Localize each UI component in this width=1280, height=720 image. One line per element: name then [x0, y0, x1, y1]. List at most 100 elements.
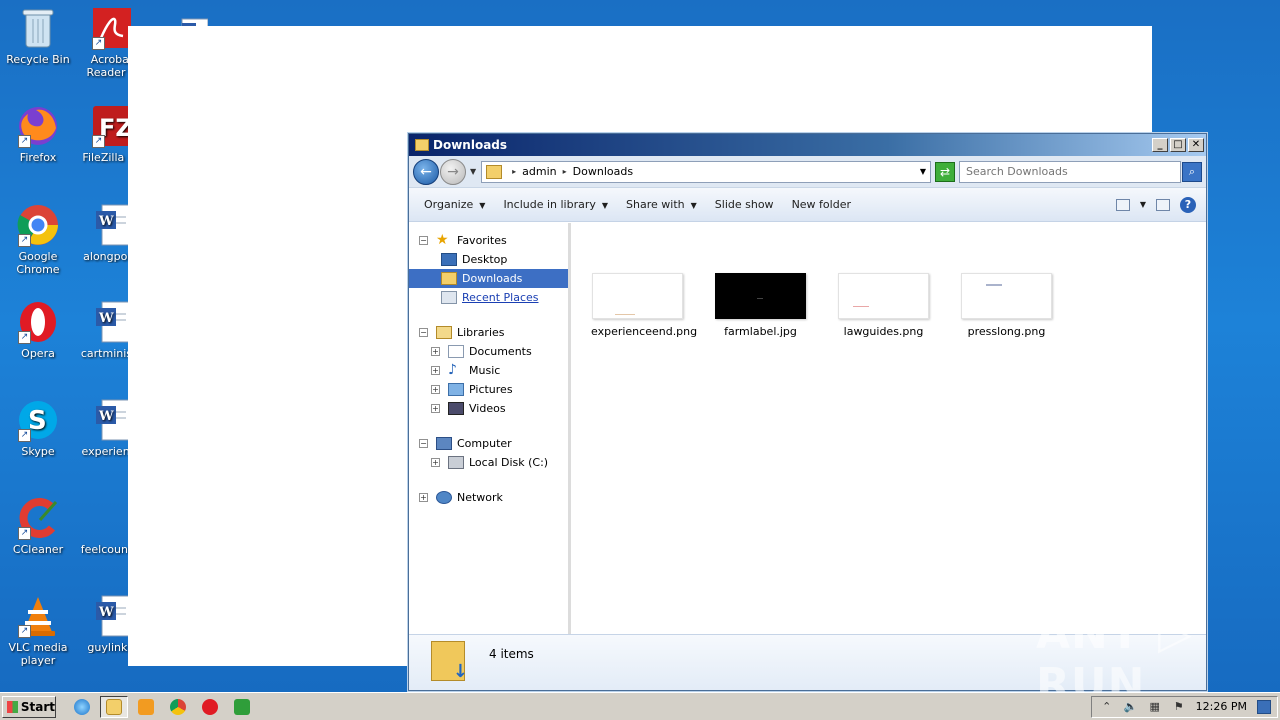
help-icon[interactable]: ?: [1180, 196, 1196, 213]
tree-item-pictures[interactable]: + Pictures: [409, 380, 568, 399]
preview-pane-icon[interactable]: [1156, 198, 1170, 211]
forward-arrow-icon: →: [447, 163, 459, 180]
back-button[interactable]: ←: [413, 158, 439, 185]
start-button[interactable]: Start: [2, 695, 56, 718]
share-with-menu[interactable]: Share with ▼: [619, 194, 704, 215]
taskbar-opera[interactable]: [196, 696, 224, 718]
refresh-button[interactable]: ⇄: [935, 161, 955, 182]
file-list[interactable]: experienceend.png farmlabel.jpg lawguide…: [571, 223, 1206, 634]
system-tray: ⌃ 🔈 ▦ ⚑ 12:26 PM: [1090, 695, 1278, 718]
tree-item-videos[interactable]: + Videos: [409, 399, 568, 418]
search-field[interactable]: [959, 160, 1181, 183]
tree-item-favorites[interactable]: − ★ Favorites: [409, 231, 568, 250]
chevron-right-icon[interactable]: ▸: [512, 167, 516, 176]
expand-icon[interactable]: +: [431, 458, 440, 467]
network-icon[interactable]: ▦: [1148, 700, 1162, 714]
volume-icon[interactable]: 🔈: [1124, 700, 1138, 714]
search-input[interactable]: [966, 165, 1180, 178]
item-count: 4 items: [489, 647, 534, 661]
computer-icon: [436, 437, 452, 450]
image-thumbnail: [838, 273, 929, 319]
collapse-icon[interactable]: −: [419, 439, 428, 448]
slide-show-button[interactable]: Slide show: [708, 194, 781, 215]
tree-item-downloads[interactable]: Downloads: [409, 269, 568, 288]
tree-item-desktop[interactable]: Desktop: [409, 250, 568, 269]
expand-icon[interactable]: +: [419, 493, 428, 502]
expand-icon[interactable]: +: [431, 366, 440, 375]
chevron-down-icon: ▼: [690, 201, 697, 210]
address-path[interactable]: ▸ admin ▸ Downloads ▼: [481, 160, 931, 183]
folder-icon: [106, 698, 122, 715]
firefox-icon: ↗: [16, 104, 60, 148]
tree-item-local-disk[interactable]: + Local Disk (C:): [409, 453, 568, 472]
videos-icon: [448, 402, 464, 415]
taskbar-app[interactable]: [228, 696, 256, 718]
show-desktop-icon[interactable]: [1257, 699, 1271, 714]
clock[interactable]: 12:26 PM: [1196, 700, 1247, 713]
hard-drive-icon: [448, 456, 464, 469]
desktop-icon-label: Firefox: [19, 151, 57, 164]
app-icon: [234, 698, 250, 715]
folder-icon: [415, 139, 429, 151]
file-item[interactable]: presslong.png: [960, 273, 1053, 338]
expand-icon[interactable]: +: [431, 404, 440, 413]
tree-item-libraries[interactable]: − Libraries: [409, 323, 568, 342]
chevron-down-icon: ▼: [479, 201, 486, 210]
organize-menu[interactable]: Organize ▼: [417, 194, 492, 215]
desktop-icon-firefox[interactable]: ↗ Firefox: [0, 104, 76, 164]
expand-icon[interactable]: +: [431, 385, 440, 394]
collapse-icon[interactable]: −: [419, 328, 428, 337]
tree-item-network[interactable]: + Network: [409, 488, 568, 507]
desktop-icon-opera[interactable]: ↗ Opera: [0, 300, 76, 360]
desktop-icon-ccleaner[interactable]: ↗ CCleaner: [0, 496, 76, 556]
windows-logo-icon: [7, 700, 18, 713]
skype-icon: S ↗: [16, 398, 60, 442]
close-button[interactable]: ✕: [1188, 138, 1204, 152]
refresh-icon: ⇄: [939, 164, 951, 179]
minimize-button[interactable]: _: [1152, 138, 1168, 152]
svg-text:W: W: [98, 409, 114, 424]
file-item[interactable]: lawguides.png: [837, 273, 930, 338]
opera-icon: ↗: [16, 300, 60, 344]
recent-pages-chevron-icon[interactable]: ▼: [470, 167, 476, 176]
downloads-folder-icon: [441, 272, 457, 285]
chevron-right-icon[interactable]: ▸: [563, 167, 567, 176]
media-player-icon: [138, 698, 154, 715]
file-item[interactable]: experienceend.png: [591, 273, 697, 338]
shortcut-arrow-icon: ↗: [92, 135, 105, 148]
breadcrumb-admin[interactable]: admin: [522, 165, 556, 178]
tree-item-documents[interactable]: + Documents: [409, 342, 568, 361]
include-in-library-menu[interactable]: Include in library ▼: [496, 194, 615, 215]
window-title: Downloads: [433, 138, 508, 152]
chevron-down-icon: ▼: [601, 201, 609, 210]
recent-places-icon: [441, 291, 457, 304]
desktop-icon-recycle-bin[interactable]: Recycle Bin: [0, 6, 76, 66]
navigation-pane[interactable]: − ★ Favorites Desktop Downloads Recent P…: [409, 223, 571, 634]
action-center-flag-icon[interactable]: ⚑: [1172, 700, 1186, 714]
new-folder-button[interactable]: New folder: [785, 194, 858, 215]
title-bar[interactable]: Downloads _ □ ✕: [409, 134, 1206, 156]
collapse-icon[interactable]: −: [419, 236, 428, 245]
view-icon[interactable]: [1115, 198, 1130, 211]
desktop-icon-chrome[interactable]: ↗ Google Chrome: [0, 203, 76, 276]
tree-item-music[interactable]: + ♪ Music: [409, 361, 568, 380]
breadcrumb-downloads[interactable]: Downloads: [573, 165, 633, 178]
desktop-icon-vlc[interactable]: ↗ VLC media player: [0, 594, 76, 667]
file-item[interactable]: farmlabel.jpg: [714, 273, 807, 338]
tree-item-computer[interactable]: − Computer: [409, 434, 568, 453]
desktop-icon-skype[interactable]: S ↗ Skype: [0, 398, 76, 458]
search-button[interactable]: ⌕: [1182, 161, 1202, 182]
tree-item-recent-places[interactable]: Recent Places: [409, 288, 568, 307]
chevron-down-icon[interactable]: ▼: [920, 167, 926, 176]
desktop-icon-label: Google Chrome: [16, 250, 60, 276]
taskbar-ie[interactable]: [68, 696, 96, 718]
expand-icon[interactable]: +: [431, 347, 440, 356]
taskbar-media-player[interactable]: [132, 696, 160, 718]
taskbar-chrome[interactable]: [164, 696, 192, 718]
forward-button[interactable]: →: [440, 158, 466, 185]
taskbar-explorer[interactable]: [100, 695, 128, 718]
show-hidden-icons-icon[interactable]: ⌃: [1100, 700, 1114, 714]
back-arrow-icon: ←: [420, 163, 432, 180]
maximize-button[interactable]: □: [1170, 138, 1186, 152]
chevron-down-icon[interactable]: ▼: [1140, 200, 1146, 209]
